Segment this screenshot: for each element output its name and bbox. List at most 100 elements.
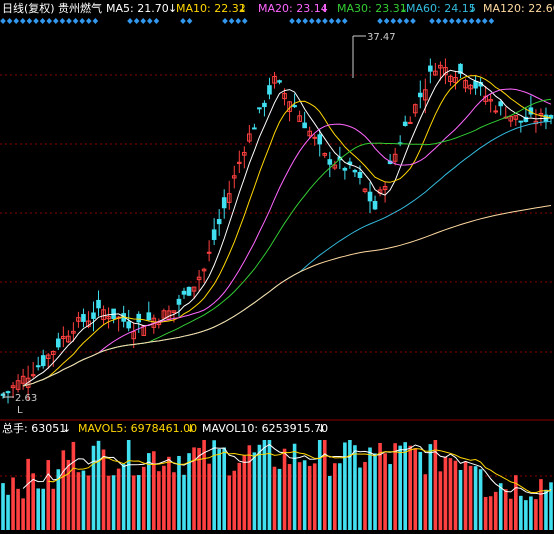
event-diamond [397,18,403,24]
candle-body [186,286,192,296]
event-diamond [180,18,186,24]
candle-body [402,121,408,126]
volume-bar [539,479,543,530]
volume-bar [338,463,342,530]
ma30-line [22,98,552,387]
candle-body [518,120,524,123]
volume-bar [408,445,413,530]
event-markers [0,18,495,24]
event-diamond [335,18,341,24]
event-diamond [482,18,488,24]
event-diamond [289,18,295,24]
volume-bar [207,463,211,530]
volume-bar [348,440,352,530]
volume-bar [508,498,513,530]
candle-body [136,313,142,323]
volume-bar [519,495,523,530]
candle-body [277,80,282,83]
event-diamond [228,18,235,24]
candle-body [262,102,267,108]
volume-bar [307,465,312,530]
volume-bar [81,470,86,530]
event-diamond [455,18,462,24]
volume-bar [96,440,101,530]
volume-bar [162,465,166,530]
volume-bar [227,475,232,530]
mavol10-label: MAVOL10: 6253915.70 [202,422,328,435]
volume-bar [413,448,418,530]
candle-body [181,290,187,295]
volume-bar [393,443,397,530]
event-diamond [26,18,33,24]
volume-bar [106,475,111,530]
volume-bar [438,471,443,530]
stock-chart[interactable]: 日线(复权) 贵州燃气 MA5: 21.70 ↓MA10: 22.32↓ MA20:… [0,0,554,534]
event-diamond [295,18,302,24]
volume-bar [121,464,126,530]
volume-bar [403,442,408,530]
volume-total-arrow: ↓ [62,422,71,435]
low-price-label: 2.63 [15,393,37,404]
event-diamond [315,18,322,24]
volume-bar [111,475,116,530]
event-diamond [403,18,410,24]
candle-body [146,312,152,321]
volume-bar [101,449,106,530]
event-diamond [222,18,228,24]
event-diamond [302,18,308,24]
volume-bar [272,466,277,530]
event-diamond [186,18,193,24]
candle-body [357,172,363,178]
event-diamond [79,18,85,24]
event-diamond [429,18,435,24]
volume-bar [116,468,121,530]
event-diamond [322,18,328,24]
volume-bar [242,455,247,530]
volume-bar [167,456,171,530]
candle-body [206,251,212,254]
candle-body [176,298,182,305]
candle-body [493,110,498,113]
ma-legend-item: MA30: 23.31 [337,2,407,15]
volume-bar [353,445,357,530]
event-diamond [488,18,495,24]
volume-bar [483,496,488,530]
high-annotation: 37.47 [352,32,396,78]
volume-bar [463,461,468,530]
event-diamond [242,18,248,24]
volume-bar [11,477,15,530]
event-diamond [462,18,468,24]
volume-bar [503,489,508,530]
candle-body [40,355,46,367]
event-diamond [383,18,390,24]
volume-bar [292,443,297,530]
event-diamond [66,18,72,24]
ma-legend-arrow: ↓ [468,2,477,15]
volume-bar [212,440,216,530]
volume-bar [493,491,498,530]
volume-bar [388,464,392,530]
volume-bar [428,444,433,530]
volume-bar [368,447,372,530]
candle-body [327,159,333,165]
volume-bar [378,442,382,530]
candle-body [126,321,131,329]
event-diamond [59,18,66,24]
candle-body [216,219,222,225]
candle-body [35,365,41,368]
volume-bar [418,451,423,530]
ma-legend-item: MA20: 23.14 [258,2,328,15]
mavol5-label: MAVOL5: 6978461.00 [78,422,197,435]
volume-bar [398,445,402,530]
volume-bar [488,496,493,530]
event-diamond [342,18,348,24]
volume-bar [61,450,66,530]
volume-bar [327,475,332,530]
ma120-line [22,205,552,387]
volume-bar [534,499,538,530]
volume-bar [498,483,503,530]
volume-bar [66,459,71,530]
candle-body [252,127,257,130]
volume-total-label: 总手: 63051 [2,421,66,435]
event-diamond [147,18,153,24]
